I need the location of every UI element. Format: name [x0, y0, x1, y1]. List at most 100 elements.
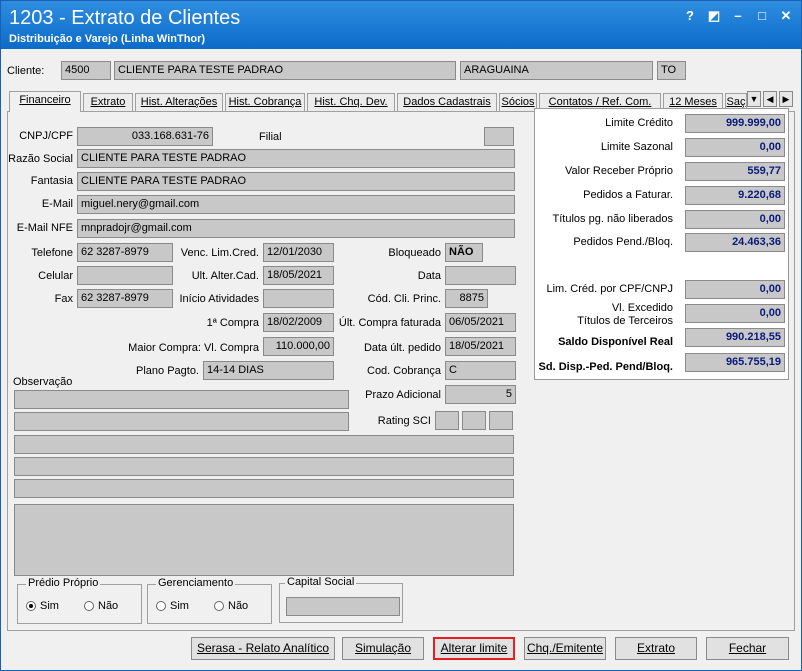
- chq-emitente-button[interactable]: Chq./Emitente: [524, 637, 606, 660]
- gerenciamento-group: Gerenciamento Sim Não: [147, 577, 272, 624]
- titulos-terceiros-label: Títulos de Terceiros: [577, 315, 673, 327]
- sd-disp-value: 965.755,19: [685, 353, 785, 372]
- observacao-line-2[interactable]: [14, 412, 349, 431]
- ult-alter-label: Ult. Alter.Cad.: [191, 270, 259, 282]
- observacao-line-3[interactable]: [14, 435, 514, 454]
- lim-cred-cpf-label: Lim. Créd. por CPF/CNPJ: [546, 283, 673, 295]
- limite-credito-label: Limite Crédito: [605, 117, 673, 129]
- maior-compra-label: Maior Compra: Vl. Compra: [128, 342, 259, 354]
- cod-cobranca-label: Cod. Cobrança: [367, 365, 441, 377]
- venc-field[interactable]: 12/01/2030: [263, 243, 334, 262]
- client-label: Cliente:: [7, 65, 45, 77]
- bloqueado-field[interactable]: NÃO: [445, 243, 483, 262]
- observacao-line-1[interactable]: [14, 390, 349, 409]
- tab-socios[interactable]: Sócios: [499, 93, 537, 111]
- celular-label: Celular: [38, 270, 73, 282]
- sd-disp-label: Sd. Disp.-Ped. Pend/Bloq.: [538, 361, 673, 373]
- observacao-label: Observação: [13, 376, 73, 388]
- email-label: E-Mail: [41, 198, 73, 210]
- data-ult-pedido-field[interactable]: 18/05/2021: [445, 337, 516, 356]
- cod-princ-label: Cód. Cli. Princ.: [367, 293, 441, 305]
- data-label: Data: [417, 270, 441, 282]
- data-ult-pedido-label: Data últ. pedido: [363, 342, 441, 354]
- ult-compra-label: Últ. Compra faturada: [338, 317, 441, 329]
- minimize-icon[interactable]: –: [729, 7, 747, 25]
- fechar-button[interactable]: Fechar: [706, 637, 789, 660]
- simulacao-button[interactable]: Simulação: [342, 637, 424, 660]
- client-state-field[interactable]: TO: [657, 61, 686, 80]
- celular-field[interactable]: [77, 266, 173, 285]
- capital-social-field[interactable]: [286, 597, 400, 616]
- client-name-field[interactable]: CLIENTE PARA TESTE PADRAO: [114, 61, 456, 80]
- pedidos-pend-value: 24.463,36: [685, 233, 785, 252]
- observacao-line-4[interactable]: [14, 457, 514, 476]
- razao-field[interactable]: CLIENTE PARA TESTE PADRAO: [77, 149, 515, 168]
- titulos-pg-label: Títulos pg. não liberados: [552, 213, 673, 225]
- rating-label: Rating SCI: [377, 415, 431, 427]
- gerenciamento-sim-radio[interactable]: Sim: [156, 600, 189, 612]
- saldo-disponivel-value: 990.218,55: [685, 328, 785, 347]
- data-field[interactable]: [445, 266, 516, 285]
- venc-label: Venc. Lim.Cred.: [180, 247, 259, 259]
- maximize-icon[interactable]: □: [753, 7, 771, 25]
- valor-receber-label: Valor Receber Próprio: [564, 165, 673, 177]
- fantasia-field[interactable]: CLIENTE PARA TESTE PADRAO: [77, 172, 515, 191]
- help-icon[interactable]: ?: [681, 7, 699, 25]
- limite-credito-value: 999.999,00: [685, 114, 785, 133]
- tab-hist-alteracoes[interactable]: Hist. Alterações: [135, 93, 223, 111]
- notes-area[interactable]: [14, 504, 514, 576]
- chevron-right-icon[interactable]: ▶: [779, 91, 793, 107]
- close-icon[interactable]: ✕: [777, 7, 795, 25]
- fax-label: Fax: [54, 293, 73, 305]
- rating-field-2[interactable]: [462, 411, 486, 430]
- telefone-label: Telefone: [31, 247, 73, 259]
- predio-proprio-title: Prédio Próprio: [26, 577, 101, 589]
- radio-selected-icon: [26, 601, 36, 611]
- plano-label: Plano Pagto.: [136, 365, 199, 377]
- plano-field[interactable]: 14-14 DIAS: [203, 361, 334, 380]
- maior-compra-field[interactable]: 110.000,00: [263, 337, 334, 356]
- predio-nao-radio[interactable]: Não: [84, 600, 118, 612]
- extrato-button[interactable]: Extrato: [615, 637, 697, 660]
- chevron-left-icon[interactable]: ◀: [763, 91, 777, 107]
- fax-field[interactable]: 62 3287-8979: [77, 289, 173, 308]
- cnpj-field[interactable]: 033.168.631-76: [77, 127, 213, 146]
- cod-princ-field[interactable]: 8875: [445, 289, 488, 308]
- filial-label: Filial: [259, 131, 282, 143]
- serasa-button[interactable]: Serasa - Relato Analítico: [191, 637, 335, 660]
- alterar-limite-button[interactable]: Alterar limite: [433, 637, 515, 660]
- rating-field-3[interactable]: [489, 411, 513, 430]
- limits-panel: Limite Crédito 999.999,00 Limite Sazonal…: [534, 108, 789, 380]
- restore-alt-icon[interactable]: ◩: [705, 7, 723, 25]
- client-city-field[interactable]: ARAGUAINA: [460, 61, 653, 80]
- primeira-compra-field[interactable]: 18/02/2009: [263, 313, 334, 332]
- cod-cobranca-field[interactable]: C: [445, 361, 516, 380]
- predio-sim-radio[interactable]: Sim: [26, 600, 59, 612]
- ult-alter-field[interactable]: 18/05/2021: [263, 266, 334, 285]
- tab-financeiro[interactable]: Financeiro: [9, 91, 81, 112]
- gerenciamento-title: Gerenciamento: [156, 577, 236, 589]
- prazo-label: Prazo Adicional: [365, 389, 441, 401]
- inicio-field[interactable]: [263, 289, 334, 308]
- tab-hist-chq-dev[interactable]: Hist. Chq. Dev.: [307, 93, 395, 111]
- tab-extrato[interactable]: Extrato: [83, 93, 133, 111]
- telefone-field[interactable]: 62 3287-8979: [77, 243, 173, 262]
- ult-compra-field[interactable]: 06/05/2021: [445, 313, 516, 332]
- title-bar: 1203 - Extrato de Clientes Distribuição …: [1, 1, 801, 49]
- titulos-pg-value: 0,00: [685, 210, 785, 229]
- email-field[interactable]: miguel.nery@gmail.com: [77, 195, 515, 214]
- razao-label: Razão Social: [8, 153, 73, 165]
- capital-social-group: Capital Social: [279, 576, 403, 623]
- vl-excedido-label: Vl. Excedido: [611, 302, 673, 314]
- prazo-field[interactable]: 5: [445, 385, 516, 404]
- gerenciamento-nao-radio[interactable]: Não: [214, 600, 248, 612]
- client-code-field[interactable]: 4500: [61, 61, 111, 80]
- chevron-down-icon[interactable]: ▼: [747, 91, 761, 107]
- tab-dados-cadastrais[interactable]: Dados Cadastrais: [397, 93, 497, 111]
- filial-field[interactable]: [484, 127, 514, 146]
- emailnfe-field[interactable]: mnpradojr@gmail.com: [77, 219, 515, 238]
- observacao-line-5[interactable]: [14, 479, 514, 498]
- tab-hist-cobranca[interactable]: Hist. Cobrança: [225, 93, 305, 111]
- rating-field-1[interactable]: [435, 411, 459, 430]
- pedidos-faturar-label: Pedidos a Faturar.: [583, 189, 673, 201]
